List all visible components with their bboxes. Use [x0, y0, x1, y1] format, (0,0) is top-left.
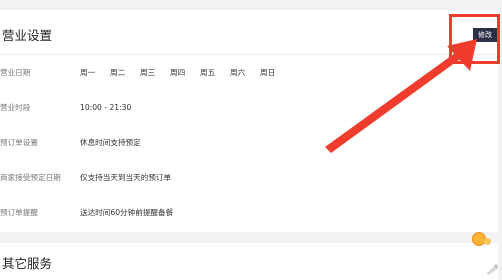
reservation-reminder-value: 送达时间60分钟前提醒备餐	[80, 208, 174, 217]
reservation-settings-value: 休息时间支持预定	[80, 138, 141, 147]
business-days-row: 营业日期 周一 周二 周三 周四 周五 周六 周日	[0, 66, 498, 80]
other-services-card: 其它服务	[0, 243, 498, 280]
other-services-title: 其它服务	[2, 256, 53, 271]
business-settings-title: 营业设置	[2, 28, 53, 43]
merchant-accept-date-value: 仅支持当天到当天的预订单	[80, 173, 172, 182]
reservation-settings-row: 预订单设置 休息时间支持预定	[0, 136, 498, 150]
business-hours-value: 10:00 - 21:30	[80, 103, 132, 112]
day-wednesday: 周三	[140, 68, 156, 77]
day-friday: 周五	[200, 68, 216, 77]
tool-icon	[486, 264, 498, 275]
day-tuesday: 周二	[110, 68, 126, 77]
page: 营业设置 修改 营业日期 周一 周二 周三 周四 周五 周六 周日 营业时段 1…	[0, 0, 502, 280]
card-divider	[0, 54, 498, 55]
sticker-dot-icon	[484, 238, 491, 245]
merchant-accept-date-label: 商家接受预定日期	[0, 173, 61, 182]
business-hours-row: 营业时段 10:00 - 21:30	[0, 101, 498, 115]
merchant-accept-date-row: 商家接受预定日期 仅支持当天到当天的预订单	[0, 171, 498, 185]
day-thursday: 周四	[170, 68, 186, 77]
day-saturday: 周六	[230, 68, 246, 77]
reservation-settings-label: 预订单设置	[0, 138, 38, 147]
business-settings-card: 营业设置 修改 营业日期 周一 周二 周三 周四 周五 周六 周日 营业时段 1…	[0, 10, 498, 232]
day-sunday: 周日	[260, 68, 276, 77]
annotation-highlight-box	[449, 14, 500, 64]
day-monday: 周一	[80, 68, 96, 77]
reservation-reminder-row: 预订单提醒 送达时间60分钟前提醒备餐	[0, 206, 498, 220]
business-days-label: 营业日期	[0, 68, 31, 77]
business-hours-label: 营业时段	[0, 103, 31, 112]
reservation-reminder-label: 预订单提醒	[0, 208, 38, 217]
